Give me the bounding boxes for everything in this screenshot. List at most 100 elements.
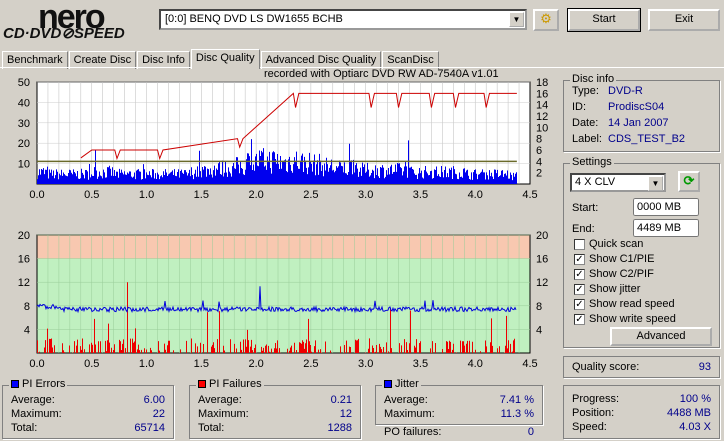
pi-errors-chart: 1020304050246810121416180.0 0.5 1.0 1.5 2.0 2… bbox=[18, 77, 549, 201]
quick-scan-checkbox[interactable]: Quick scan bbox=[574, 238, 643, 250]
show-c2-pif-checkbox[interactable]: ✓ Show C2/PIF bbox=[574, 268, 654, 280]
pi-failures-color-icon bbox=[198, 380, 206, 388]
y2-tick-label: 10 bbox=[536, 122, 548, 134]
label-label: Label: bbox=[572, 133, 602, 145]
position-value: 4488 MB bbox=[666, 407, 711, 419]
maximum-label: Maximum: bbox=[11, 408, 62, 420]
jitter-maximum: 11.3 % bbox=[500, 408, 534, 420]
pi-errors-color-icon bbox=[11, 380, 19, 388]
check-icon[interactable]: ✓ bbox=[574, 313, 585, 325]
pi-errors-group: PI Errors Average: 6.00 Maximum: 22 Total:… bbox=[2, 378, 174, 439]
y-tick-label: 20 bbox=[18, 138, 30, 150]
y-tick-label: 4 bbox=[24, 324, 30, 336]
y2-tick-label: 8 bbox=[536, 134, 542, 146]
type-value: DVD-R bbox=[608, 85, 643, 97]
show-jitter-checkbox[interactable]: ✓ Show jitter bbox=[574, 283, 640, 295]
average-label: Average: bbox=[198, 394, 242, 406]
warning-band bbox=[37, 235, 530, 259]
x-tick-label: 1.0 bbox=[139, 189, 154, 201]
pi-failures-group: PI Failures Average: 0.21 Maximum: 12 Tota… bbox=[189, 378, 361, 439]
check-icon[interactable]: ✓ bbox=[574, 283, 585, 295]
date-value: 14 Jan 2007 bbox=[608, 117, 669, 129]
position-label: Position: bbox=[572, 407, 615, 419]
drive-select[interactable]: [0:0] BENQ DVD LS DW1655 BCHB ▼ bbox=[159, 9, 527, 30]
quality-score-box: Quality score: 93 bbox=[563, 356, 720, 378]
date-label: Date: bbox=[572, 117, 599, 129]
total-label: Total: bbox=[198, 422, 225, 434]
start-button[interactable]: Start bbox=[567, 8, 641, 32]
tab-bar: Benchmark Create Disc Disc Info Disc Qua… bbox=[2, 49, 440, 69]
pi-errors-maximum: 22 bbox=[152, 408, 165, 420]
check-icon[interactable]: ✓ bbox=[574, 253, 585, 265]
settings-title: Settings bbox=[570, 156, 614, 168]
speed-select[interactable]: 4 X CLV ▼ bbox=[570, 173, 666, 192]
show-read-speed-checkbox[interactable]: ✓ Show read speed bbox=[574, 298, 675, 310]
checkbox-label: Show C2/PIF bbox=[589, 268, 654, 280]
id-value: ProdiscS04 bbox=[608, 101, 665, 113]
end-input[interactable] bbox=[633, 219, 699, 237]
pi-errors-title: PI Errors bbox=[22, 378, 66, 390]
checkbox-box[interactable] bbox=[574, 238, 585, 250]
checkbox-label: Quick scan bbox=[589, 238, 644, 250]
pi-failures-maximum: 12 bbox=[339, 408, 352, 420]
y-tick-label: 16 bbox=[18, 254, 30, 266]
jitter-title: Jitter bbox=[395, 378, 419, 390]
maximum-label: Maximum: bbox=[384, 408, 435, 420]
y2-tick-label: 4 bbox=[536, 324, 542, 336]
y-tick-label: 12 bbox=[18, 277, 30, 289]
check-icon[interactable]: ✓ bbox=[574, 298, 585, 310]
chevron-down-icon[interactable]: ▼ bbox=[509, 12, 524, 27]
pi-errors-average: 6.00 bbox=[143, 394, 165, 406]
disc-info-group: Disc info Type: DVD-R ID: ProdiscS04 Date:… bbox=[563, 73, 720, 152]
tab-disc-quality[interactable]: Disc Quality bbox=[190, 49, 260, 69]
x-tick-label: 3.5 bbox=[413, 189, 428, 201]
y2-tick-label: 20 bbox=[536, 230, 548, 242]
type-label: Type: bbox=[572, 85, 599, 97]
pi-failures-average: 0.21 bbox=[330, 394, 352, 406]
maximum-label: Maximum: bbox=[198, 408, 249, 420]
y2-tick-label: 12 bbox=[536, 111, 548, 123]
y2-tick-label: 18 bbox=[536, 77, 548, 89]
id-label: ID: bbox=[572, 101, 587, 113]
po-failures-row: PO failures: 0 bbox=[384, 426, 534, 438]
settings-group: Settings 4 X CLV ▼ ⟳ Start: End: Quick sc… bbox=[563, 156, 720, 348]
end-label: End: bbox=[572, 223, 595, 235]
y-tick-label: 20 bbox=[18, 230, 30, 242]
label-value: CDS_TEST_B2 bbox=[608, 133, 686, 145]
pi-failures-chart: 4 4 8 8 12 12 16 16 20 20 0.0 0.5 1.0 1.5 2.0 2.5 3.0 3.5… bbox=[18, 230, 549, 370]
start-input[interactable] bbox=[633, 198, 699, 216]
jitter-average: 7.41 % bbox=[499, 394, 534, 406]
refresh-icon[interactable]: ⟳ bbox=[678, 171, 700, 192]
checkbox-label: Show C1/PIE bbox=[589, 253, 655, 265]
x-tick-label: 2.0 bbox=[248, 358, 263, 370]
show-c1-pie-checkbox[interactable]: ✓ Show C1/PIE bbox=[574, 253, 654, 265]
po-failures-label: PO failures: bbox=[384, 426, 442, 438]
advanced-button[interactable]: Advanced bbox=[610, 327, 712, 346]
total-label: Total: bbox=[11, 422, 38, 434]
pi-failures-title: PI Failures bbox=[209, 378, 262, 390]
po-failures-value: 0 bbox=[527, 426, 534, 438]
x-tick-label: 4.0 bbox=[468, 189, 483, 201]
chevron-down-icon[interactable]: ▼ bbox=[648, 176, 663, 191]
speed-label: Speed: bbox=[572, 421, 607, 433]
drive-options-icon[interactable]: ⚙ bbox=[533, 9, 559, 31]
average-label: Average: bbox=[11, 394, 55, 406]
y-tick-label: 8 bbox=[24, 301, 30, 313]
check-icon[interactable]: ✓ bbox=[574, 268, 585, 280]
x-tick-label: 0.5 bbox=[84, 189, 99, 201]
y2-tick-label: 8 bbox=[536, 301, 542, 313]
y2-tick-label: 6 bbox=[536, 145, 542, 157]
progress-label: Progress: bbox=[572, 393, 620, 405]
quality-score-label: Quality score: bbox=[572, 361, 640, 373]
disc-info-title: Disc info bbox=[570, 73, 617, 85]
y2-tick-label: 16 bbox=[536, 254, 548, 266]
checkbox-label: Show read speed bbox=[589, 298, 675, 310]
y-tick-label: 10 bbox=[18, 159, 30, 171]
progress-group: Progress: 100 % Position: 4488 MB Speed: 4.… bbox=[563, 385, 720, 439]
x-tick-label: 4.5 bbox=[522, 189, 537, 201]
show-write-speed-checkbox[interactable]: ✓ Show write speed bbox=[574, 313, 676, 325]
speed-value: 4 X CLV bbox=[575, 176, 616, 188]
x-tick-label: 0.5 bbox=[84, 358, 99, 370]
speed-value: 4.03 X bbox=[679, 421, 711, 433]
exit-button[interactable]: Exit bbox=[648, 9, 720, 31]
